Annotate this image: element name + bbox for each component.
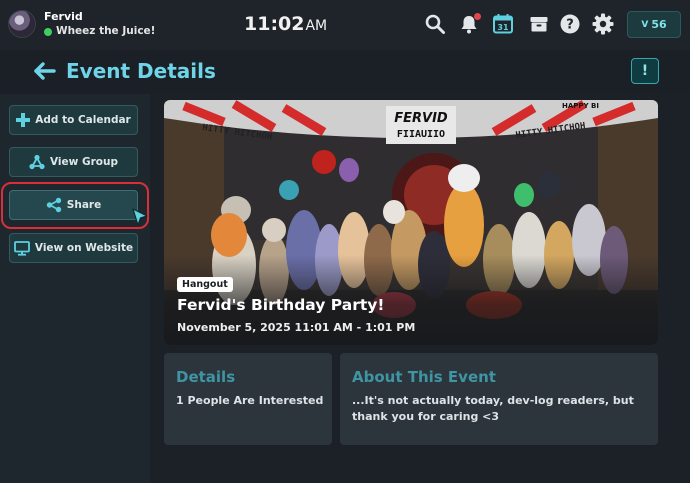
view-group-button[interactable]: View Group bbox=[9, 147, 138, 177]
clock-time: 11:02 bbox=[244, 13, 305, 35]
event-category-tag: Hangout bbox=[177, 277, 233, 292]
report-icon: ! bbox=[641, 63, 649, 79]
inventory-icon[interactable] bbox=[526, 11, 552, 37]
notification-badge bbox=[474, 13, 481, 20]
view-on-website-label: View on Website bbox=[34, 242, 134, 254]
about-card: About This Event ...It's not actually to… bbox=[340, 353, 658, 445]
share-highlight-ring bbox=[1, 182, 149, 229]
clock-ampm: AM bbox=[305, 18, 328, 34]
status-message: Wheez the Juice! bbox=[56, 25, 156, 37]
calendar-icon[interactable]: 31 bbox=[490, 11, 516, 37]
clock: 11:02AM bbox=[244, 13, 327, 35]
pointer-cursor-icon bbox=[131, 207, 149, 227]
event-title: Fervid's Birthday Party! bbox=[177, 296, 385, 314]
notifications-bell-icon[interactable] bbox=[456, 11, 482, 37]
credits-count: 56 bbox=[651, 18, 667, 31]
back-arrow-icon[interactable] bbox=[32, 61, 56, 81]
view-on-website-button[interactable]: View on Website bbox=[9, 233, 138, 263]
username: Fervid bbox=[44, 10, 83, 23]
event-date: November 5, 2025 11:01 AM - 1:01 PM bbox=[177, 321, 416, 334]
details-body: 1 People Are Interested bbox=[176, 394, 324, 407]
help-icon[interactable]: ? bbox=[557, 11, 583, 37]
credits-button[interactable]: V 56 bbox=[627, 11, 681, 38]
page-title: Event Details bbox=[66, 59, 216, 83]
banner-sign-mirror: FIIAUIIO bbox=[397, 129, 445, 140]
details-card: Details 1 People Are Interested bbox=[164, 353, 332, 445]
settings-icon[interactable] bbox=[590, 11, 616, 37]
banner-sign-text: FERVID bbox=[394, 111, 448, 126]
user-avatar[interactable] bbox=[8, 10, 36, 38]
online-status-dot bbox=[44, 28, 52, 36]
view-group-label: View Group bbox=[49, 156, 119, 168]
search-icon[interactable] bbox=[422, 11, 448, 37]
group-icon bbox=[29, 154, 45, 170]
report-button[interactable]: ! bbox=[631, 58, 659, 84]
svg-text:?: ? bbox=[566, 18, 574, 33]
banner-ribbon-corner: HAPPY BI bbox=[562, 102, 599, 110]
add-to-calendar-label: Add to Calendar bbox=[35, 114, 131, 126]
about-title: About This Event bbox=[352, 368, 496, 386]
details-title: Details bbox=[176, 368, 236, 386]
event-banner[interactable]: HITTY HITCHOH HITTY HITCHOH HAPPY BI FER… bbox=[164, 100, 658, 345]
plus-icon bbox=[16, 113, 31, 127]
calendar-day: 31 bbox=[497, 23, 509, 32]
monitor-icon bbox=[13, 240, 30, 256]
credits-icon: V bbox=[641, 19, 649, 30]
about-body: ...It's not actually today, dev-log read… bbox=[352, 394, 634, 423]
add-to-calendar-button[interactable]: Add to Calendar bbox=[9, 105, 138, 135]
